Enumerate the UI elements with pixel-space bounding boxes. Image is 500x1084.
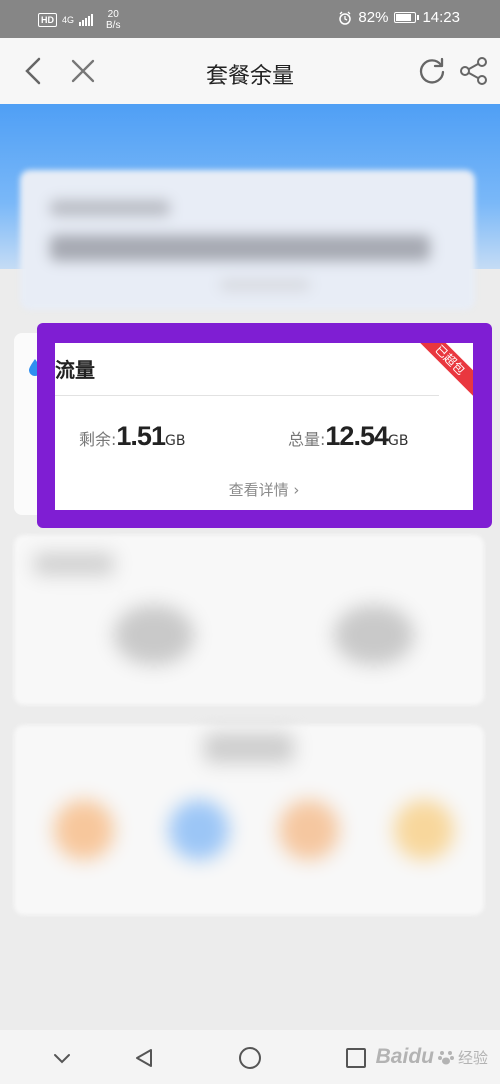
remaining-value: 1.51: [116, 421, 166, 451]
divider: [55, 395, 439, 396]
clock: 14:23: [422, 9, 460, 26]
watermark-brand: Baidu: [375, 1045, 434, 1068]
signal-icon: [79, 14, 94, 26]
remaining-unit: GB: [164, 433, 186, 449]
account-summary-card: [20, 170, 475, 310]
speed-value: 20: [107, 9, 119, 20]
watermark-sub: 经验: [457, 1049, 488, 1067]
chevron-down-icon[interactable]: [49, 1045, 75, 1071]
data-usage-card[interactable]: 流量 已超包 剩余: 1.51 GB 总量: 12.54 GB 查看详情 ›: [55, 343, 473, 510]
view-details-link[interactable]: 查看详情 ›: [55, 479, 473, 500]
nav-back-icon[interactable]: [131, 1045, 157, 1071]
battery-icon: [394, 12, 420, 23]
total-stat: 总量: 12.54 GB: [288, 421, 408, 452]
highlight-box: 流量 已超包 剩余: 1.51 GB 总量: 12.54 GB 查看详情 ›: [37, 323, 492, 528]
blurred-usage-section: [14, 535, 484, 705]
nav-bar: 套餐余量: [0, 38, 500, 104]
share-icon[interactable]: [457, 54, 491, 88]
remaining-stat: 剩余: 1.51 GB: [79, 421, 185, 452]
speed-unit: B/s: [106, 20, 121, 31]
network-speed: 20 B/s: [106, 9, 120, 31]
alarm-icon: [339, 11, 352, 25]
nav-home-icon[interactable]: [237, 1045, 263, 1071]
total-unit: GB: [387, 433, 409, 449]
flow-title: 流量: [55, 358, 95, 382]
paw-icon: [437, 1051, 454, 1065]
baidu-watermark: Baidu 经验: [376, 1030, 488, 1084]
refresh-icon[interactable]: [415, 54, 449, 88]
status-ribbon: 已超包: [411, 343, 473, 399]
network-type: 4G: [62, 15, 75, 25]
blurred-service-section: [14, 725, 484, 915]
status-left: HD 4G 20 B/s: [38, 9, 120, 31]
total-label: 总量:: [288, 430, 326, 449]
status-bar: HD 4G 20 B/s 82% 14:23: [0, 0, 500, 38]
hd-badge: HD: [38, 13, 57, 27]
nav-recents-icon[interactable]: [343, 1045, 369, 1071]
battery-percent: 82%: [358, 9, 389, 26]
total-value: 12.54: [325, 421, 389, 451]
status-right: 82% 14:23: [338, 9, 460, 26]
remaining-label: 剩余:: [79, 430, 117, 449]
